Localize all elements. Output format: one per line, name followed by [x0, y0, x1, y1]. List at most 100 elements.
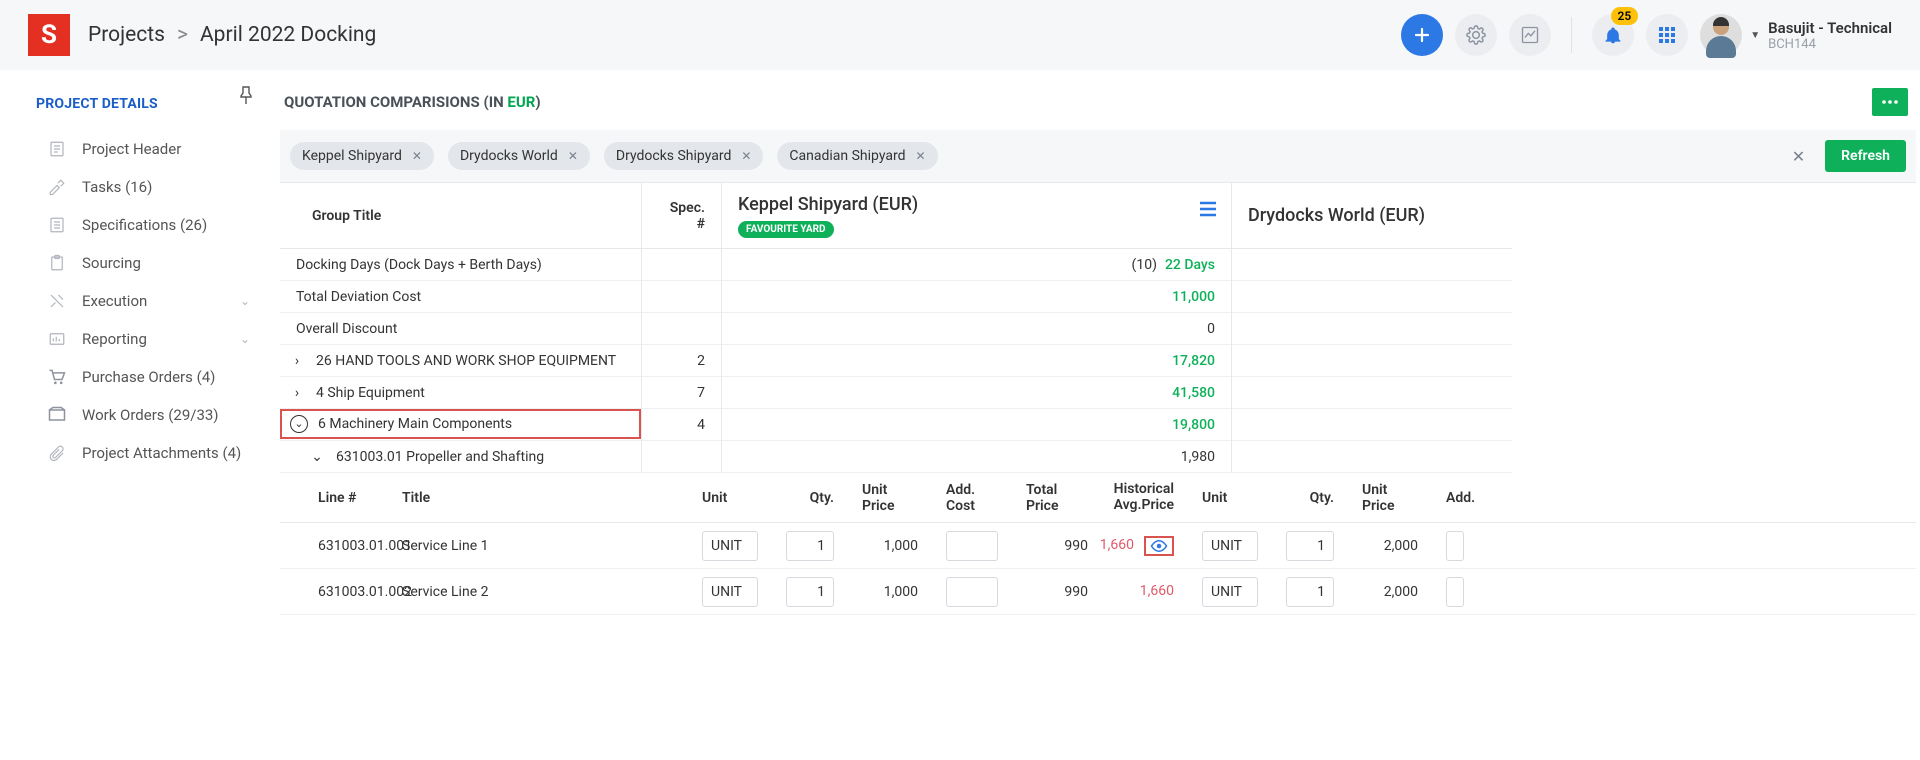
user-id: BCH144 [1768, 37, 1892, 52]
sidebar: PROJECT DETAILS Project Header Tasks (16… [0, 70, 272, 615]
historical-avg: 1,660 [1100, 538, 1134, 553]
sidebar-title: PROJECT DETAILS [0, 78, 272, 130]
line-no: 631003.01.001 [280, 523, 388, 568]
add-cost-input-b[interactable] [1446, 531, 1464, 561]
unit-input-b[interactable]: UNIT [1202, 531, 1258, 561]
breadcrumb-separator: > [177, 23, 188, 47]
unit-input[interactable]: UNIT [702, 577, 758, 607]
section-title: QUOTATION COMPARISIONS (IN EUR) [284, 93, 541, 111]
unit-price-b: 2,000 [1348, 523, 1432, 568]
total-price: 990 [1012, 569, 1102, 614]
col-add-cost-b: Add. [1432, 473, 1474, 522]
sidebar-item-specifications[interactable]: Specifications (26) [0, 206, 272, 244]
app-logo[interactable]: S [28, 14, 70, 56]
add-cost-input[interactable] [946, 531, 998, 561]
document-icon [48, 140, 66, 158]
col-title: Title [388, 473, 688, 522]
apps-button[interactable] [1646, 14, 1688, 56]
refresh-button[interactable]: Refresh [1825, 140, 1906, 172]
row-value: 17,820 [722, 345, 1231, 376]
pin-button[interactable] [238, 86, 254, 106]
sidebar-item-purchase-orders[interactable]: Purchase Orders (4) [0, 358, 272, 396]
add-cost-input[interactable] [946, 577, 998, 607]
settings-button[interactable] [1455, 14, 1497, 56]
total-price: 990 [1012, 523, 1102, 568]
user-menu[interactable]: ▼ Basujit - Technical BCH144 [1700, 14, 1892, 56]
sidebar-item-reporting[interactable]: Reporting ⌄ [0, 320, 272, 358]
qty-input-b[interactable]: 1 [1286, 577, 1334, 607]
chip-remove-icon[interactable]: ✕ [568, 149, 578, 163]
line-items-header: Line # Title Unit Qty. Unit Price Add. C… [280, 473, 1916, 523]
qty-input-b[interactable]: 1 [1286, 531, 1334, 561]
spec-value: 7 [642, 377, 721, 408]
col-add-cost: Add. Cost [932, 473, 1012, 522]
col-historical-avg: Historical Avg.Price [1102, 473, 1188, 522]
report-icon [48, 330, 66, 348]
spec-value [642, 249, 721, 280]
col-unit-b: Unit [1188, 473, 1272, 522]
group-row-machinery[interactable]: ⌄6 Machinery Main Components [280, 409, 641, 441]
qty-input[interactable]: 1 [786, 531, 834, 561]
sidebar-item-work-orders[interactable]: Work Orders (29/33) [0, 396, 272, 434]
row-value: 0 [722, 313, 1231, 344]
qty-input[interactable]: 1 [786, 577, 834, 607]
sidebar-item-project-header[interactable]: Project Header [0, 130, 272, 168]
col-unit-price: Unit Price [848, 473, 932, 522]
add-cost-input-b[interactable] [1446, 577, 1464, 607]
row-value: 22 Days [1165, 257, 1215, 273]
spec-icon [48, 216, 66, 234]
chip-remove-icon[interactable]: ✕ [412, 149, 422, 163]
sidebar-item-sourcing[interactable]: Sourcing [0, 244, 272, 282]
vendor-menu-button[interactable] [1199, 201, 1217, 217]
filter-chip[interactable]: Canadian Shipyard✕ [777, 142, 937, 170]
header-right: 25 ▼ Basujit - Technical BCH144 [1401, 14, 1892, 56]
sidebar-item-label: Work Orders (29/33) [82, 406, 219, 424]
sidebar-item-label: Sourcing [82, 254, 141, 272]
chip-remove-icon[interactable]: ✕ [915, 149, 925, 163]
col-qty-b: Qty. [1272, 473, 1348, 522]
unit-input-b[interactable]: UNIT [1202, 577, 1258, 607]
sidebar-item-tasks[interactable]: Tasks (16) [0, 168, 272, 206]
sidebar-item-execution[interactable]: Execution ⌄ [0, 282, 272, 320]
analytics-button[interactable] [1509, 14, 1551, 56]
sidebar-item-label: Specifications (26) [82, 216, 207, 234]
favourite-yard-badge: FAVOURITE YARD [738, 221, 834, 238]
group-row[interactable]: ›26 HAND TOOLS AND WORK SHOP EQUIPMENT [280, 345, 641, 377]
unit-input[interactable]: UNIT [702, 531, 758, 561]
spec-value: 4 [642, 409, 721, 440]
filter-chip[interactable]: Drydocks Shipyard✕ [604, 142, 764, 170]
col-unit-price-b: Unit Price [1348, 473, 1432, 522]
sidebar-item-label: Project Attachments (4) [82, 444, 241, 462]
sidebar-item-attachments[interactable]: Project Attachments (4) [0, 434, 272, 472]
col-unit: Unit [688, 473, 772, 522]
line-item-row: 631003.01.002 Service Line 2 UNIT 1 1,00… [280, 569, 1916, 615]
notifications-button[interactable]: 25 [1592, 14, 1634, 56]
line-no: 631003.01.002 [280, 569, 388, 614]
unit-price: 1,000 [848, 569, 932, 614]
vendor-b-header: Drydocks World (EUR) [1232, 183, 1512, 248]
row-value: 1,980 [722, 441, 1231, 472]
ellipsis-icon [1881, 99, 1899, 105]
col-header-spec-no: Spec. # [642, 183, 721, 248]
header-divider [1571, 17, 1572, 53]
clear-filters-button[interactable]: ✕ [1786, 147, 1811, 166]
clipboard-icon [48, 254, 66, 272]
unit-price-b: 2,000 [1348, 569, 1432, 614]
chevron-down-icon: ⌄ [240, 294, 250, 308]
col-header-group-title: Group Title [280, 183, 397, 248]
filter-chip[interactable]: Drydocks World✕ [448, 142, 590, 170]
breadcrumb-root[interactable]: Projects [88, 23, 165, 47]
more-actions-button[interactable] [1872, 88, 1908, 116]
gear-icon [1466, 25, 1486, 45]
add-button[interactable] [1401, 14, 1443, 56]
chip-remove-icon[interactable]: ✕ [741, 149, 751, 163]
view-history-button[interactable] [1144, 536, 1174, 556]
spec-value: 2 [642, 345, 721, 376]
chevron-down-icon: ▼ [1750, 30, 1760, 41]
subgroup-row[interactable]: ⌄631003.01 Propeller and Shafting [280, 441, 641, 473]
hammer-icon [48, 178, 66, 196]
col-total-price: Total Price [1012, 473, 1102, 522]
group-row[interactable]: ›4 Ship Equipment [280, 377, 641, 409]
plus-icon [1414, 27, 1430, 43]
filter-chip[interactable]: Keppel Shipyard✕ [290, 142, 434, 170]
